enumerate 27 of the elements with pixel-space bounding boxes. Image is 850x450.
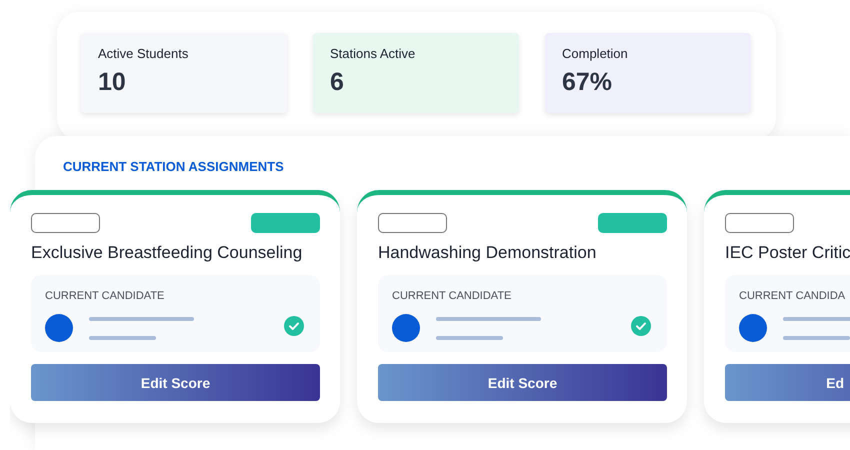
status-pill [251,213,320,233]
stat-value: 10 [98,68,126,97]
blank-tag [378,213,447,233]
text-placeholder-line [436,336,503,340]
stat-label: Stations Active [330,46,416,61]
edit-score-button[interactable]: Edit Score [378,364,667,401]
edit-score-button[interactable]: Ed [725,364,850,401]
avatar-circle [392,314,420,342]
stat-value: 6 [330,68,344,97]
edit-score-button[interactable]: Edit Score [31,364,320,401]
blank-tag [725,213,794,233]
avatar-circle [45,314,73,342]
stat-value: 67% [562,68,612,97]
stat-label: Completion [562,46,628,61]
candidate-label: CURRENT CANDIDATE [392,290,512,302]
candidate-label: CURRENT CANDIDA [739,290,846,302]
text-placeholder-line [89,336,156,340]
stat-label: Active Students [98,46,188,61]
candidate-label: CURRENT CANDIDATE [45,290,164,302]
status-pill [598,213,667,233]
avatar-circle [739,314,767,342]
station-title: IEC Poster Critic [725,243,850,263]
section-heading: CURRENT STATION ASSIGNMENTS [63,159,284,174]
station-title: Exclusive Breastfeeding Counseling [31,243,302,263]
text-placeholder-line [783,336,850,340]
station-title: Handwashing Demonstration [378,243,596,263]
blank-tag [31,213,100,233]
